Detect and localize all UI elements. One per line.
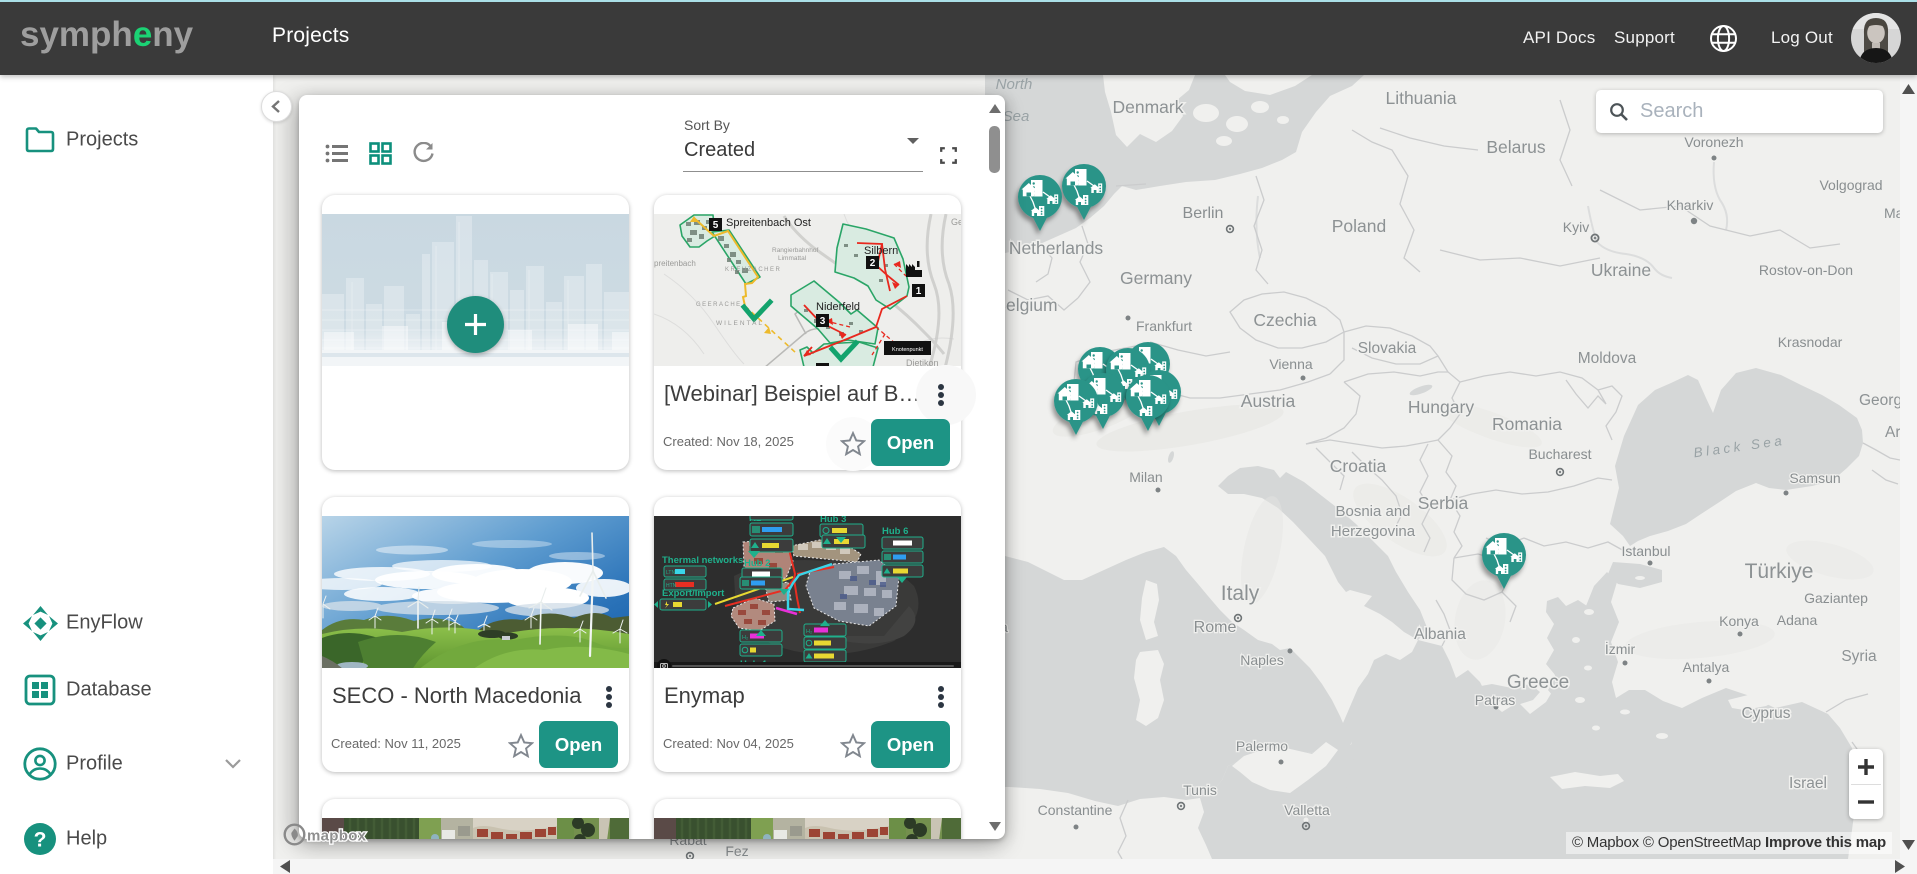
svg-text:Lithuania: Lithuania <box>1385 88 1456 108</box>
svg-text:H₂: H₂ <box>742 635 748 641</box>
svg-text:Cyprus: Cyprus <box>1741 705 1790 722</box>
svg-text:mapbox: mapbox <box>307 828 367 845</box>
svg-text:Konya: Konya <box>1719 613 1759 629</box>
svg-text:Georgia: Georgia <box>1859 392 1900 409</box>
svg-text:Rangierbahnhof: Rangierbahnhof <box>772 247 818 254</box>
svg-text:Patras: Patras <box>1475 692 1515 708</box>
svg-text:3: 3 <box>820 316 826 327</box>
svg-text:Denmark: Denmark <box>1113 97 1184 117</box>
svg-text:Germany: Germany <box>1120 268 1192 288</box>
svg-text:Belarus: Belarus <box>1486 137 1546 157</box>
svg-text:Netherlands: Netherlands <box>1009 238 1104 258</box>
svg-text:Moldova: Moldova <box>1578 350 1637 367</box>
svg-text:H₂: H₂ <box>806 629 812 635</box>
svg-text:Knotenpunkt: Knotenpunkt <box>892 347 923 353</box>
svg-text:Austria: Austria <box>1241 391 1296 411</box>
svg-text:Arm: Arm <box>1885 424 1900 441</box>
svg-text:GEERACHE: GEERACHE <box>696 302 742 308</box>
svg-text:Hub 6: Hub 6 <box>882 526 908 537</box>
svg-text:Tunis: Tunis <box>1183 782 1217 798</box>
svg-text:1: 1 <box>916 286 922 297</box>
svg-text:Bosnia and: Bosnia and <box>1335 503 1410 520</box>
svg-text:Poland: Poland <box>1332 216 1387 236</box>
svg-text:Limmattal: Limmattal <box>778 255 807 262</box>
svg-text:Italy: Italy <box>1221 582 1260 605</box>
svg-text:Istanbul: Istanbul <box>1621 543 1670 559</box>
svg-text:Niderfeld: Niderfeld <box>816 301 860 313</box>
svg-text:Sea: Sea <box>1003 108 1030 125</box>
svg-text:Spreitenbach Ost: Spreitenbach Ost <box>726 217 811 229</box>
svg-text:Fez: Fez <box>725 843 748 859</box>
svg-text:Milan: Milan <box>1129 469 1162 485</box>
svg-text:Naples: Naples <box>1240 652 1284 668</box>
svg-text:Vienna: Vienna <box>1269 356 1313 372</box>
svg-text:Romania: Romania <box>1492 414 1562 434</box>
svg-text:Syria: Syria <box>1841 648 1877 665</box>
svg-text:Constantine: Constantine <box>1038 802 1113 818</box>
svg-text:Berlin: Berlin <box>1183 205 1224 222</box>
svg-text:Kharkiv: Kharkiv <box>1667 197 1714 213</box>
svg-text:WILENTAL: WILENTAL <box>716 320 764 327</box>
svg-text:Krasnodar: Krasnodar <box>1778 334 1843 350</box>
svg-text:Türkiye: Türkiye <box>1745 560 1814 583</box>
svg-text:Silbern: Silbern <box>864 245 898 257</box>
svg-text:North: North <box>996 76 1033 93</box>
svg-text:Rostov-on-Don: Rostov-on-Don <box>1759 262 1853 278</box>
svg-text:İzmir: İzmir <box>1605 640 1636 657</box>
svg-text:Israel: Israel <box>1789 775 1827 792</box>
svg-text:Voronezh: Voronezh <box>1684 134 1743 150</box>
svg-text:Albania: Albania <box>1414 626 1466 643</box>
svg-text:Czechia: Czechia <box>1253 310 1316 330</box>
svg-text:Hub 2: Hub 2 <box>744 558 770 569</box>
svg-text:Samsun: Samsun <box>1789 470 1840 486</box>
svg-text:Ma: Ma <box>1884 205 1900 221</box>
svg-text:Gen: Gen <box>951 217 961 227</box>
svg-text:KREUZACHER: KREUZACHER <box>725 267 781 273</box>
svg-text:Rome: Rome <box>1194 619 1237 636</box>
svg-text:Gaziantep: Gaziantep <box>1804 590 1868 606</box>
svg-text:Greece: Greece <box>1507 672 1569 693</box>
svg-text:Croatia: Croatia <box>1330 456 1387 476</box>
svg-text:2: 2 <box>870 258 876 269</box>
svg-text:HTN: HTN <box>666 583 677 589</box>
svg-text:?: ? <box>34 829 47 852</box>
svg-text:Kyiv: Kyiv <box>1563 219 1589 235</box>
svg-text:Dietikon: Dietikon <box>906 358 939 366</box>
svg-text:Adana: Adana <box>1777 612 1818 628</box>
svg-text:Ukraine: Ukraine <box>1591 260 1651 280</box>
svg-text:Valletta: Valletta <box>1284 802 1330 818</box>
svg-text:Hungary: Hungary <box>1408 397 1474 417</box>
svg-text:Herzegovina: Herzegovina <box>1331 523 1416 540</box>
svg-text:Frankfurt: Frankfurt <box>1136 318 1192 334</box>
svg-text:Serbia: Serbia <box>1418 493 1469 513</box>
svg-text:Palermo: Palermo <box>1236 738 1288 754</box>
svg-text:Slovakia: Slovakia <box>1358 340 1417 357</box>
svg-text:Volgograd: Volgograd <box>1819 177 1882 193</box>
svg-text:preitenbach: preitenbach <box>654 259 696 268</box>
svg-text:5: 5 <box>713 220 719 231</box>
svg-text:LTN: LTN <box>666 570 675 576</box>
svg-text:Antalya: Antalya <box>1683 659 1730 675</box>
svg-text:Thermal networks: Thermal networks <box>662 555 743 566</box>
svg-text:Bucharest: Bucharest <box>1528 446 1591 462</box>
